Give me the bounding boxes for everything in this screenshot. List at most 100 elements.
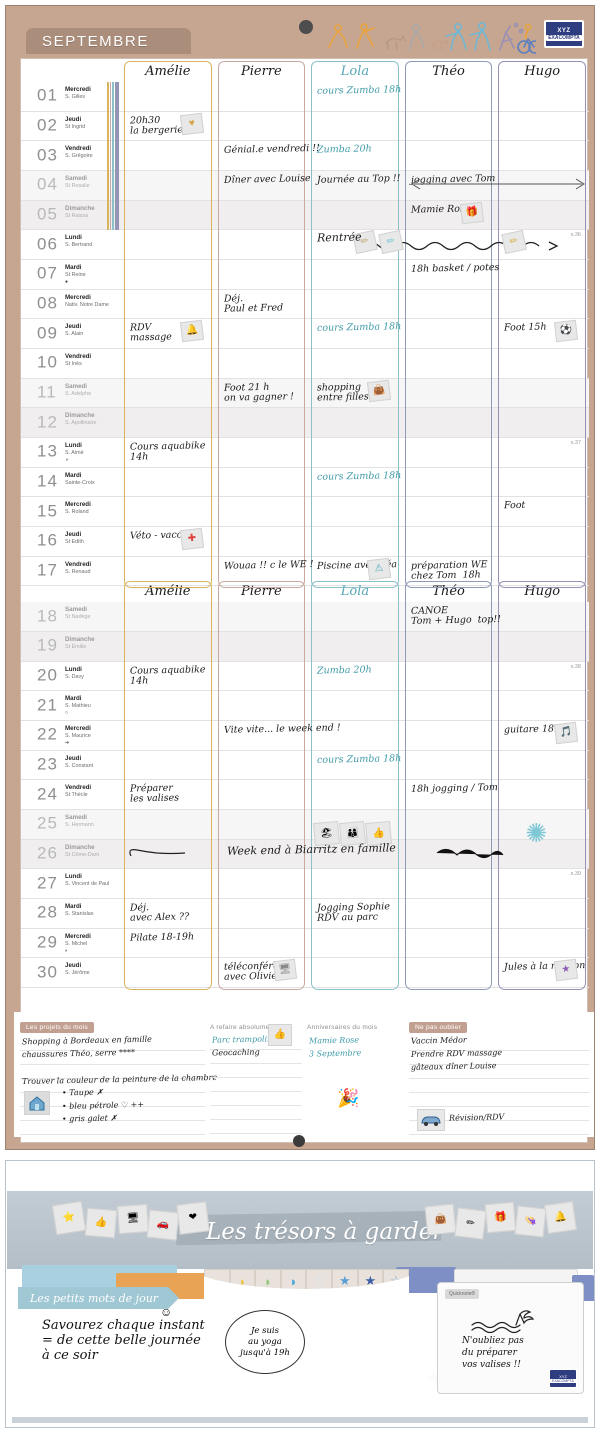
note-oublier-line-2: gâteaux dîner Louise xyxy=(410,1061,497,1072)
entry-text[interactable]: guitare 18h xyxy=(504,723,560,735)
day-row[interactable]: 28 Mardi S. Stanislas xyxy=(21,899,589,929)
day-row[interactable]: 27 Lundi S. Vincent de Paul xyxy=(21,869,589,899)
note-oublier: Ne pas oublier Vaccin Médor Prendre RDV … xyxy=(409,1016,589,1135)
entry-text[interactable]: cours Zumba 18h xyxy=(317,470,402,483)
day-saint: Nativ. Notre Dame xyxy=(65,301,109,308)
entry-text[interactable]: Génial.e vendredi !! xyxy=(223,143,319,156)
column-header-pierre[interactable]: Pierre xyxy=(217,581,306,602)
day-number: 11 xyxy=(37,382,57,402)
entry-text[interactable]: Dîner avec Louise xyxy=(223,173,310,186)
day-saint: St Thècle xyxy=(65,792,88,799)
note-oublier-tag: Ne pas oublier xyxy=(409,1022,468,1033)
day-number: 17 xyxy=(37,560,58,580)
day-row[interactable]: 24 Vendredi St Thècle xyxy=(21,780,589,810)
day-saint: St Reine xyxy=(65,272,86,278)
day-number: 08 xyxy=(37,293,58,313)
day-number: 05 xyxy=(37,204,58,224)
entry-text[interactable]: Foot 21 h on va gagner ! xyxy=(223,381,293,403)
entry-text[interactable]: Journée au Top !! xyxy=(317,173,401,186)
entry-text[interactable]: 20h30 la bergerie xyxy=(130,115,183,137)
entry-text[interactable]: cours Zumba 18h xyxy=(317,84,402,97)
quicknote-tag: Quicknote® xyxy=(445,1289,480,1299)
day-weekday: Vendredi xyxy=(65,784,92,792)
note-projets-line-5: • gris galet ✗ xyxy=(61,1113,118,1124)
day-saint: St Raissa xyxy=(65,212,89,219)
column-header-hugo[interactable]: Hugo xyxy=(498,581,586,602)
entry-text[interactable]: 18h basket / potes xyxy=(411,262,500,275)
day-number: 19 xyxy=(37,635,58,655)
entry-text[interactable]: Cours aquabike 14h xyxy=(130,664,206,687)
entry-text[interactable]: Zumba 20h xyxy=(317,144,372,156)
day-saint: S. Maurice xyxy=(65,733,91,739)
entry-text[interactable]: Foot 15h xyxy=(504,322,547,334)
entry-text[interactable]: Pilate 18-19h xyxy=(130,931,194,943)
entry-text[interactable]: Vite vite... le week end ! xyxy=(223,722,340,735)
day-row[interactable]: 16 Jeudi St Edith xyxy=(21,527,589,557)
moon-phase-icon: ◐ xyxy=(65,947,69,954)
day-weekday: Mercredi xyxy=(65,293,91,301)
day-saint: S. Michel xyxy=(65,940,88,947)
entry-text[interactable]: Jogging Sophie RDV au parc xyxy=(317,901,390,924)
day-weekday: Mardi xyxy=(65,903,82,910)
column-header-lola[interactable]: Lola xyxy=(311,61,399,81)
column-header-amélie[interactable]: Amélie xyxy=(124,61,212,81)
column-header-pierre[interactable]: Pierre xyxy=(217,61,306,81)
note-anniversaires-tag: Anniversaires du mois xyxy=(307,1024,378,1031)
day-row[interactable]: 07 Mardi St Reine ● xyxy=(21,260,589,290)
entry-text[interactable]: 18h jogging / Tom xyxy=(411,782,498,795)
column-header-hugo[interactable]: Hugo xyxy=(498,61,586,81)
day-row[interactable]: 11 Samedi S. Adelphe xyxy=(21,378,589,409)
column-header-lola[interactable]: Lola xyxy=(311,581,399,602)
day-weekday: Vendredi xyxy=(65,353,92,360)
day-row[interactable]: 08 Mercredi Nativ. Notre Dame xyxy=(21,290,589,320)
day-saint: S. Bertrand xyxy=(65,242,93,249)
binder-hole-bottom xyxy=(293,1135,305,1147)
entry-text[interactable]: Foot xyxy=(504,500,526,511)
day-weekday: Samedi xyxy=(65,606,88,614)
day-weekday: Samedi xyxy=(65,814,88,821)
entry-text[interactable]: cours Zumba 18h xyxy=(317,321,402,334)
day-row[interactable]: 29 Mercredi S. Michel ◐ xyxy=(21,929,589,959)
moon-phase-icon: ○ xyxy=(65,710,69,717)
day-row[interactable]: 23 Jeudi S. Constant xyxy=(21,751,589,781)
splash-doodle-icon: ✺ xyxy=(525,817,548,848)
day-row[interactable]: 12 Dimanche S. Apollinaire xyxy=(21,408,589,438)
entry-text[interactable]: Déj. avec Alex ?? xyxy=(130,902,190,923)
entry-text[interactable]: Déj. Paul et Fred xyxy=(223,293,283,314)
entry-text[interactable]: CANOE Tom + Hugo top!! xyxy=(411,605,501,627)
entry-text[interactable]: RDV massage xyxy=(130,322,172,343)
column-header-théo[interactable]: Théo xyxy=(404,581,493,602)
entry-text[interactable]: shopping entre filles xyxy=(317,381,369,403)
day-weekday: Jeudi xyxy=(65,531,82,538)
day-row[interactable]: 13 Lundi S. Aimé ◑ xyxy=(21,438,589,468)
banner-text[interactable]: Week end à Biarritz en famille xyxy=(226,841,395,858)
moon-phase-icon: ● xyxy=(65,279,69,285)
day-row[interactable]: 21 Mardi S. Mathieu ○ xyxy=(21,691,589,721)
day-row[interactable]: 10 Vendredi St Inès xyxy=(21,349,589,379)
entry-text[interactable]: préparation WE chez Tom 18h xyxy=(411,559,488,582)
day-weekday: Jeudi xyxy=(65,962,82,970)
quicknote-card[interactable]: Quicknote® N'oubliez pas du préparer vos… xyxy=(437,1282,584,1394)
day-row[interactable]: 14 Mardi Sainte-Croix xyxy=(21,468,589,498)
day-saint: S. Davy xyxy=(65,673,84,680)
day-row[interactable]: 25 Samedi S. Hermann xyxy=(21,810,589,840)
day-number: 02 xyxy=(37,115,58,135)
entry-text[interactable]: Wouaa !! c le WE ! xyxy=(223,559,313,572)
heart-sticker-icon: ❤ xyxy=(176,1201,210,1235)
entry-text[interactable]: Préparer les valises xyxy=(130,783,179,805)
day-row[interactable]: 20 Lundi S. Davy xyxy=(21,662,589,692)
entry-text[interactable]: Cours aquabike 14h xyxy=(130,440,206,463)
day-saint: St Ingrid xyxy=(65,123,86,130)
column-header-amélie[interactable]: Amélie xyxy=(124,581,212,602)
column-header-théo[interactable]: Théo xyxy=(404,61,493,81)
entry-text[interactable]: Zumba 20h xyxy=(317,664,372,676)
banner-text[interactable]: Rentrée xyxy=(317,231,362,245)
day-weekday: Jeudi xyxy=(65,323,82,331)
week-number: s.39 xyxy=(570,871,581,878)
day-saint: S. Roland xyxy=(65,509,89,516)
day-row[interactable]: 18 Samedi St Nadège xyxy=(21,602,589,632)
day-row[interactable]: 19 Dimanche St Émilie xyxy=(21,632,589,662)
entry-sticker-icon: ⚠ xyxy=(366,557,391,580)
entry-text[interactable]: cours Zumba 18h xyxy=(317,753,402,766)
day-saint: S. Constant xyxy=(65,762,94,769)
